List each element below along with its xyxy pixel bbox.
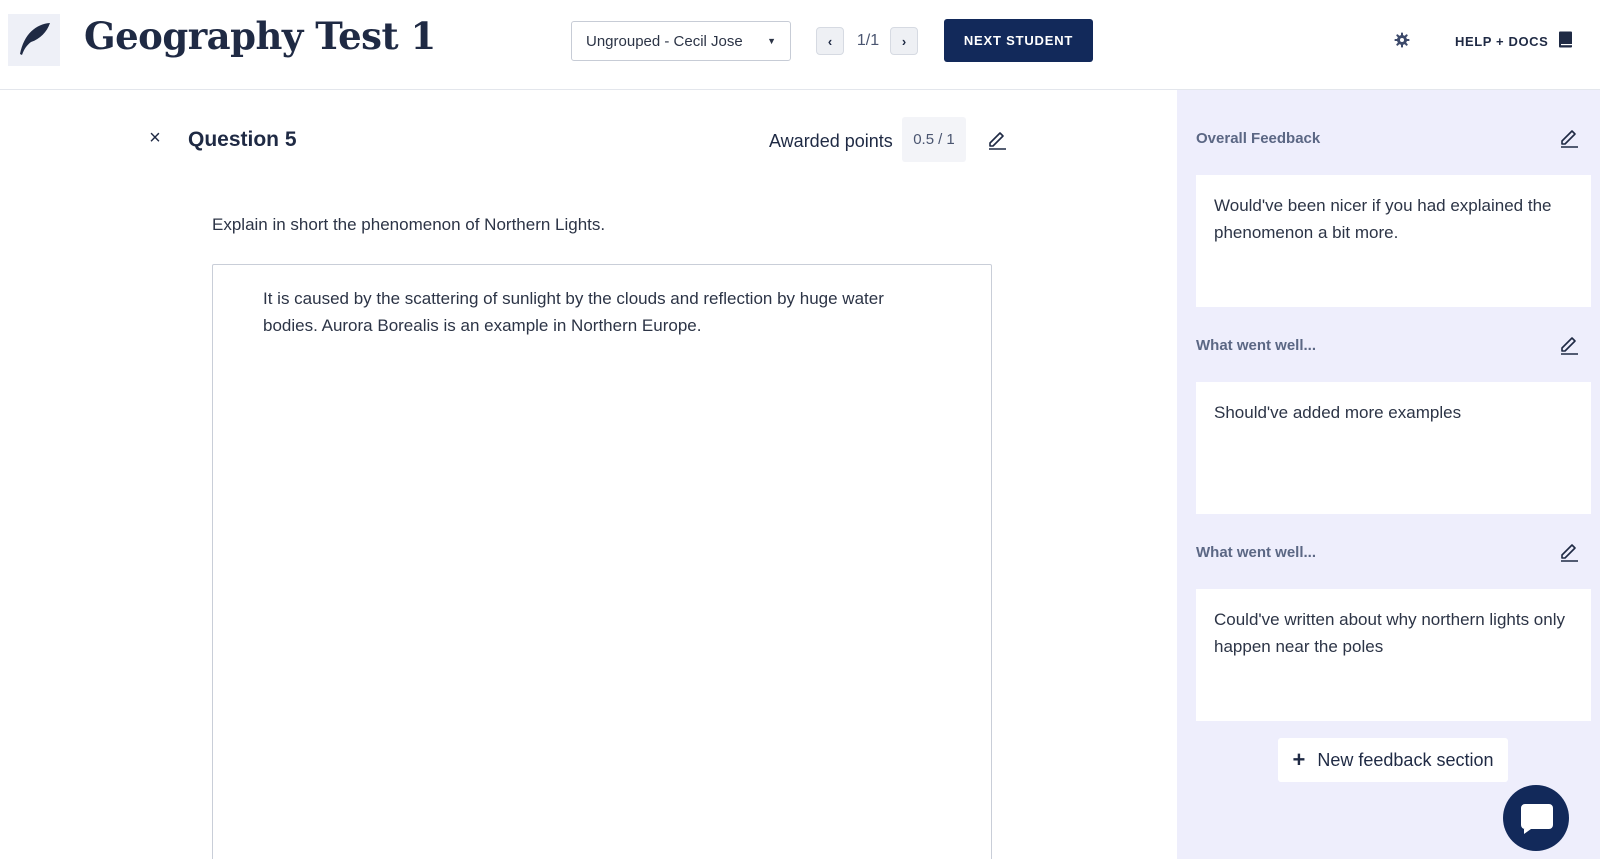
app-title: Geography Test 1 (84, 14, 436, 58)
close-icon[interactable]: × (145, 128, 165, 148)
next-student-button[interactable]: NEXT STUDENT (944, 19, 1093, 62)
feather-logo-icon[interactable] (8, 14, 60, 66)
feedback-heading-overall: Overall Feedback (1196, 130, 1321, 147)
caret-down-icon: ▼ (767, 36, 776, 46)
feedback-card-went-well-2[interactable]: Could've written about why northern ligh… (1196, 589, 1591, 721)
awarded-points-value: 0.5 (913, 131, 935, 148)
next-page-button[interactable]: › (890, 27, 918, 55)
help-docs-label: HELP + DOCS (1455, 33, 1549, 49)
chat-bubble-icon[interactable] (1503, 785, 1569, 851)
student-answer-box: It is caused by the scattering of sunlig… (212, 264, 992, 859)
help-docs-link[interactable]: HELP + DOCS (1455, 31, 1573, 51)
student-select-value: Ungrouped - Cecil Jose (586, 32, 743, 50)
plus-icon: + (1292, 747, 1306, 772)
max-points-value: / 1 (938, 131, 955, 148)
feedback-panel: Overall Feedback Would've been nicer if … (1177, 90, 1600, 859)
new-feedback-section-button[interactable]: + New feedback section (1278, 738, 1508, 782)
student-select[interactable]: Ungrouped - Cecil Jose ▼ (571, 21, 791, 61)
question-prompt: Explain in short the phenomenon of North… (212, 215, 606, 234)
book-icon (1558, 31, 1573, 51)
student-answer-text: It is caused by the scattering of sunlig… (263, 289, 884, 335)
gear-icon[interactable] (1394, 32, 1410, 48)
top-header: Geography Test 1 Ungrouped - Cecil Jose … (0, 0, 1600, 90)
edit-feedback-pencil-icon[interactable] (1558, 126, 1580, 148)
feedback-heading-went-well-1: What went well... (1196, 337, 1317, 354)
edit-points-pencil-icon[interactable] (986, 128, 1008, 150)
edit-feedback-pencil-icon[interactable] (1558, 333, 1580, 355)
awarded-points-label: Awarded points (769, 131, 893, 151)
feedback-card-went-well-1[interactable]: Should've added more examples (1196, 382, 1591, 514)
question-title: Question 5 (188, 128, 297, 151)
awarded-points-field[interactable]: 0.5 / 1 (902, 117, 966, 162)
feedback-card-overall[interactable]: Would've been nicer if you had explained… (1196, 175, 1591, 307)
pager-count: 1/1 (856, 32, 880, 49)
prev-student-button[interactable]: ‹ (816, 27, 844, 55)
feedback-heading-went-well-2: What went well... (1196, 544, 1317, 561)
edit-feedback-pencil-icon[interactable] (1558, 540, 1580, 562)
new-feedback-section-label: New feedback section (1317, 749, 1494, 770)
